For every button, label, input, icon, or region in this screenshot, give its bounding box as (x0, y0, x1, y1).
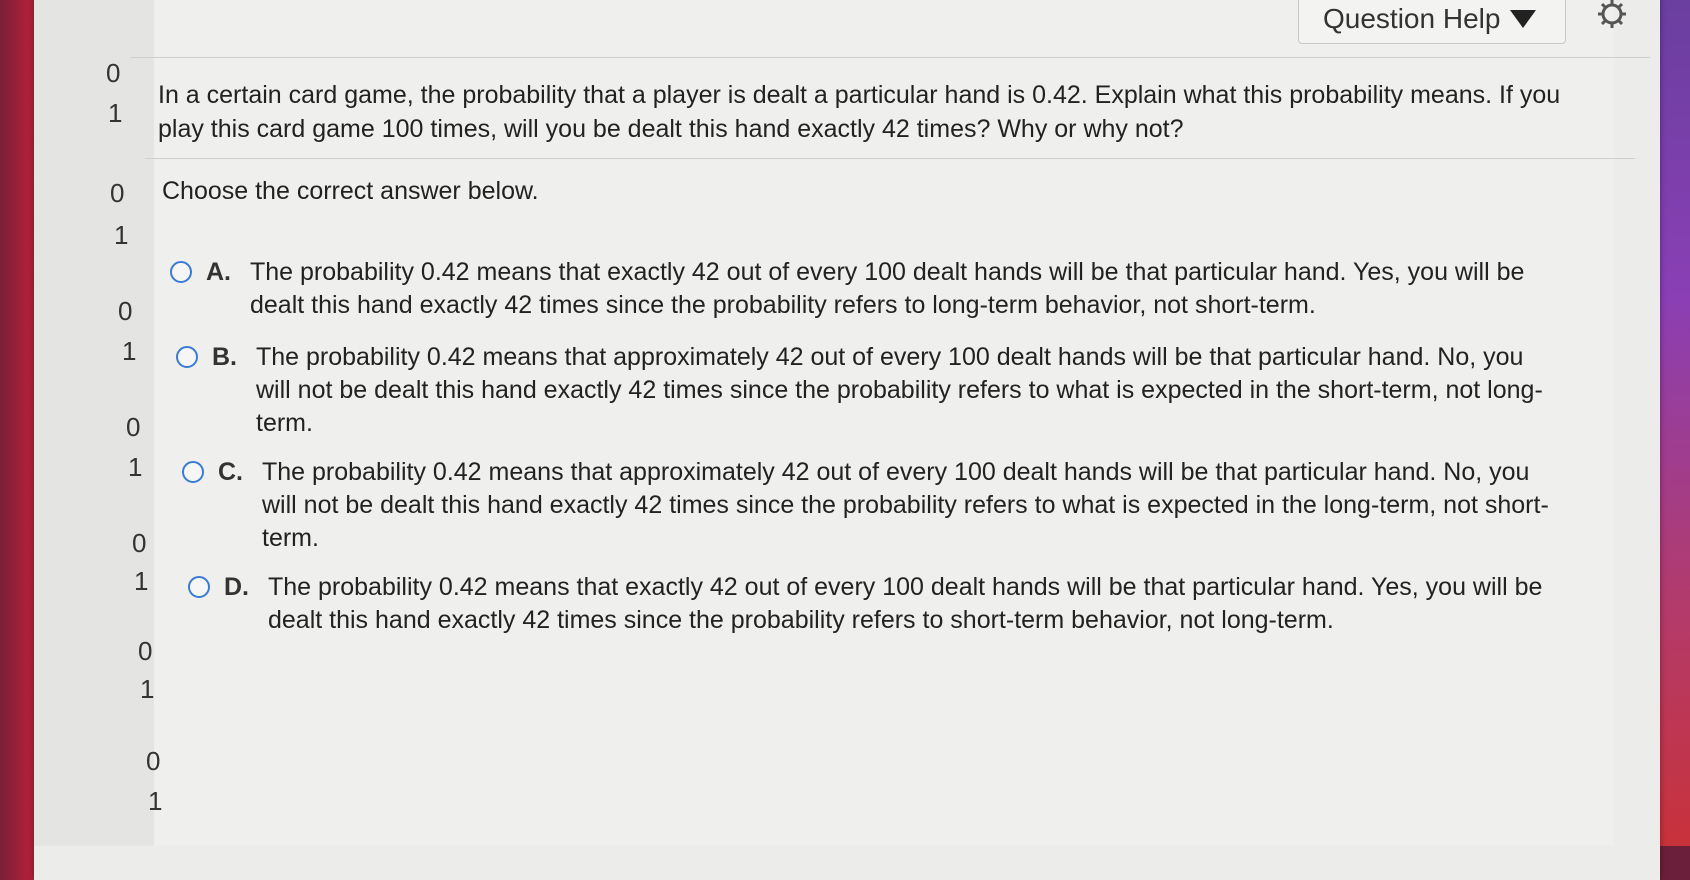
choice-text: The probability 0.42 means that exactly … (268, 573, 1543, 634)
header-divider (130, 57, 1650, 58)
question-text: In a certain card game, the probability … (158, 81, 1561, 143)
radio-c[interactable] (182, 461, 204, 483)
sidebar-number: 1 (140, 674, 155, 704)
radio-d[interactable] (188, 576, 210, 598)
sidebar-number: 0 (106, 58, 121, 88)
sidebar-number: 0 (132, 528, 147, 558)
choice-letter: C. (218, 458, 243, 486)
gear-icon[interactable] (1592, 0, 1632, 32)
question-help-label: Question Help (1323, 3, 1501, 34)
choice-text: The probability 0.42 means that exactly … (250, 258, 1525, 319)
sidebar-number: 1 (134, 566, 149, 596)
choice-b[interactable]: B. The probability 0.42 means that appro… (176, 341, 1546, 440)
sidebar-number: 0 (146, 746, 161, 776)
question-help-button[interactable]: Question Help (1298, 0, 1566, 44)
choice-letter: D. (224, 573, 249, 601)
sidebar-number: 0 (118, 296, 133, 326)
choice-c[interactable]: C. The probability 0.42 means that appro… (182, 456, 1552, 555)
radio-a[interactable] (170, 261, 192, 283)
sidebar-number: 1 (148, 786, 163, 816)
choice-text: The probability 0.42 means that approxim… (262, 458, 1549, 552)
answer-prompt: Choose the correct answer below. (162, 177, 539, 205)
sidebar-number: 1 (128, 452, 143, 482)
question-divider (145, 158, 1635, 159)
sidebar-number: 0 (126, 412, 141, 442)
choice-letter: A. (206, 258, 231, 286)
sidebar-number: 1 (122, 336, 137, 366)
radio-b[interactable] (176, 346, 198, 368)
sidebar-number: 1 (108, 98, 123, 128)
choice-d[interactable]: D. The probability 0.42 means that exact… (188, 571, 1558, 637)
choice-text: The probability 0.42 means that approxim… (256, 343, 1543, 437)
choice-a[interactable]: A. The probability 0.42 means that exact… (170, 256, 1540, 322)
dropdown-triangle-icon (1510, 10, 1537, 28)
choice-letter: B. (212, 343, 237, 371)
sidebar-number: 1 (114, 220, 129, 250)
sidebar-number: 0 (110, 178, 125, 208)
sidebar-number: 0 (138, 636, 153, 666)
